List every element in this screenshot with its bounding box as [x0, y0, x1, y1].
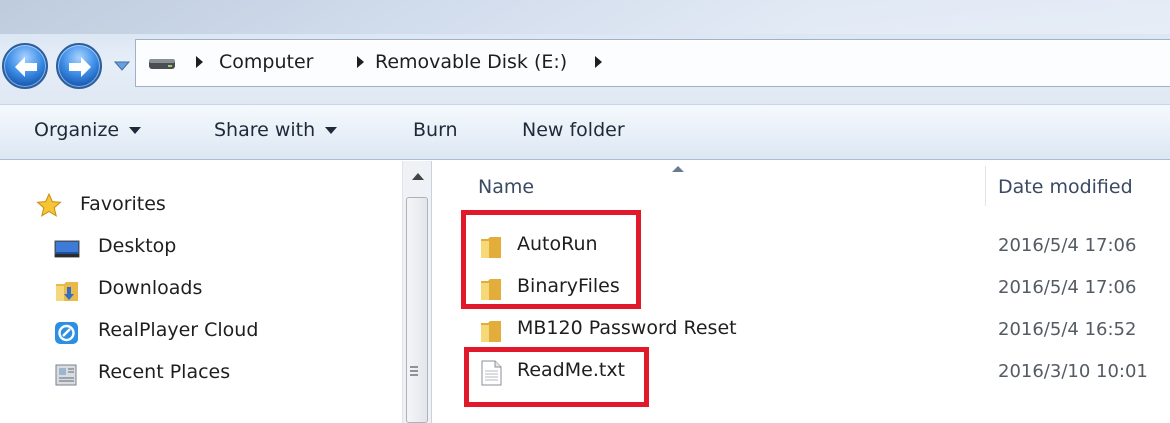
breadcrumb-separator-icon[interactable]	[196, 56, 203, 68]
new-folder-button[interactable]: New folder	[522, 119, 625, 141]
address-bar[interactable]: Computer Removable Disk (E:)	[135, 39, 1170, 87]
desktop-icon	[54, 240, 80, 258]
burn-button[interactable]: Burn	[413, 119, 458, 141]
share-with-label: Share with	[214, 119, 316, 141]
breadcrumb-removable-disk[interactable]: Removable Disk (E:)	[375, 51, 567, 73]
back-arrow-icon	[15, 57, 37, 77]
forward-arrow-icon	[69, 57, 91, 77]
realplayer-cloud-icon	[55, 322, 78, 344]
highlight-box-readme	[464, 347, 649, 407]
file-date: 2016/5/4 17:06	[998, 277, 1137, 298]
breadcrumb-separator-icon[interactable]	[595, 56, 602, 68]
breadcrumb-computer[interactable]: Computer	[219, 51, 313, 73]
recent-places-icon	[55, 364, 77, 386]
navigation-scrollbar[interactable]	[402, 161, 432, 423]
star-icon	[36, 193, 62, 217]
organize-menu-button[interactable]: Organize	[34, 119, 142, 141]
breadcrumb-separator-icon[interactable]	[357, 56, 364, 68]
nav-item-label: Recent Places	[98, 361, 231, 383]
downloads-folder-icon	[56, 282, 78, 301]
organize-label: Organize	[34, 119, 120, 141]
file-row-mb120-password-reset[interactable]: MB120 Password Reset 2016/5/4 16:52	[470, 312, 1170, 352]
file-date: 2016/5/4 16:52	[998, 319, 1137, 340]
navigation-pane: Favorites Desktop Downloads RealPlayer C…	[0, 161, 402, 423]
share-with-menu-button[interactable]: Share with	[214, 119, 338, 141]
scrollbar-thumb[interactable]	[406, 197, 428, 423]
folder-icon	[481, 321, 501, 342]
chevron-down-icon	[129, 127, 142, 134]
chevron-down-icon	[325, 127, 338, 134]
file-date: 2016/5/4 17:06	[998, 235, 1137, 256]
recent-pages-dropdown-icon[interactable]	[113, 59, 131, 73]
nav-item-label: RealPlayer Cloud	[98, 319, 259, 341]
window-title-area	[0, 0, 1170, 34]
column-header-name[interactable]: Name	[478, 176, 534, 198]
nav-item-label: Desktop	[98, 235, 177, 257]
file-date: 2016/3/10 10:01	[998, 361, 1148, 382]
file-name: MB120 Password Reset	[517, 317, 737, 339]
removable-drive-icon	[149, 59, 175, 69]
column-divider[interactable]	[985, 166, 986, 206]
highlight-box-folders	[461, 210, 641, 309]
scroll-up-icon[interactable]	[412, 173, 424, 180]
forward-button[interactable]	[56, 43, 102, 89]
scroll-grip-icon	[410, 366, 418, 376]
column-header-date-modified[interactable]: Date modified	[998, 176, 1133, 198]
sort-ascending-icon	[672, 166, 684, 172]
back-button[interactable]	[2, 43, 48, 89]
command-bar: Organize Share with Burn New folder	[0, 104, 1170, 160]
favorites-label: Favorites	[80, 193, 166, 215]
nav-item-label: Downloads	[98, 277, 203, 299]
